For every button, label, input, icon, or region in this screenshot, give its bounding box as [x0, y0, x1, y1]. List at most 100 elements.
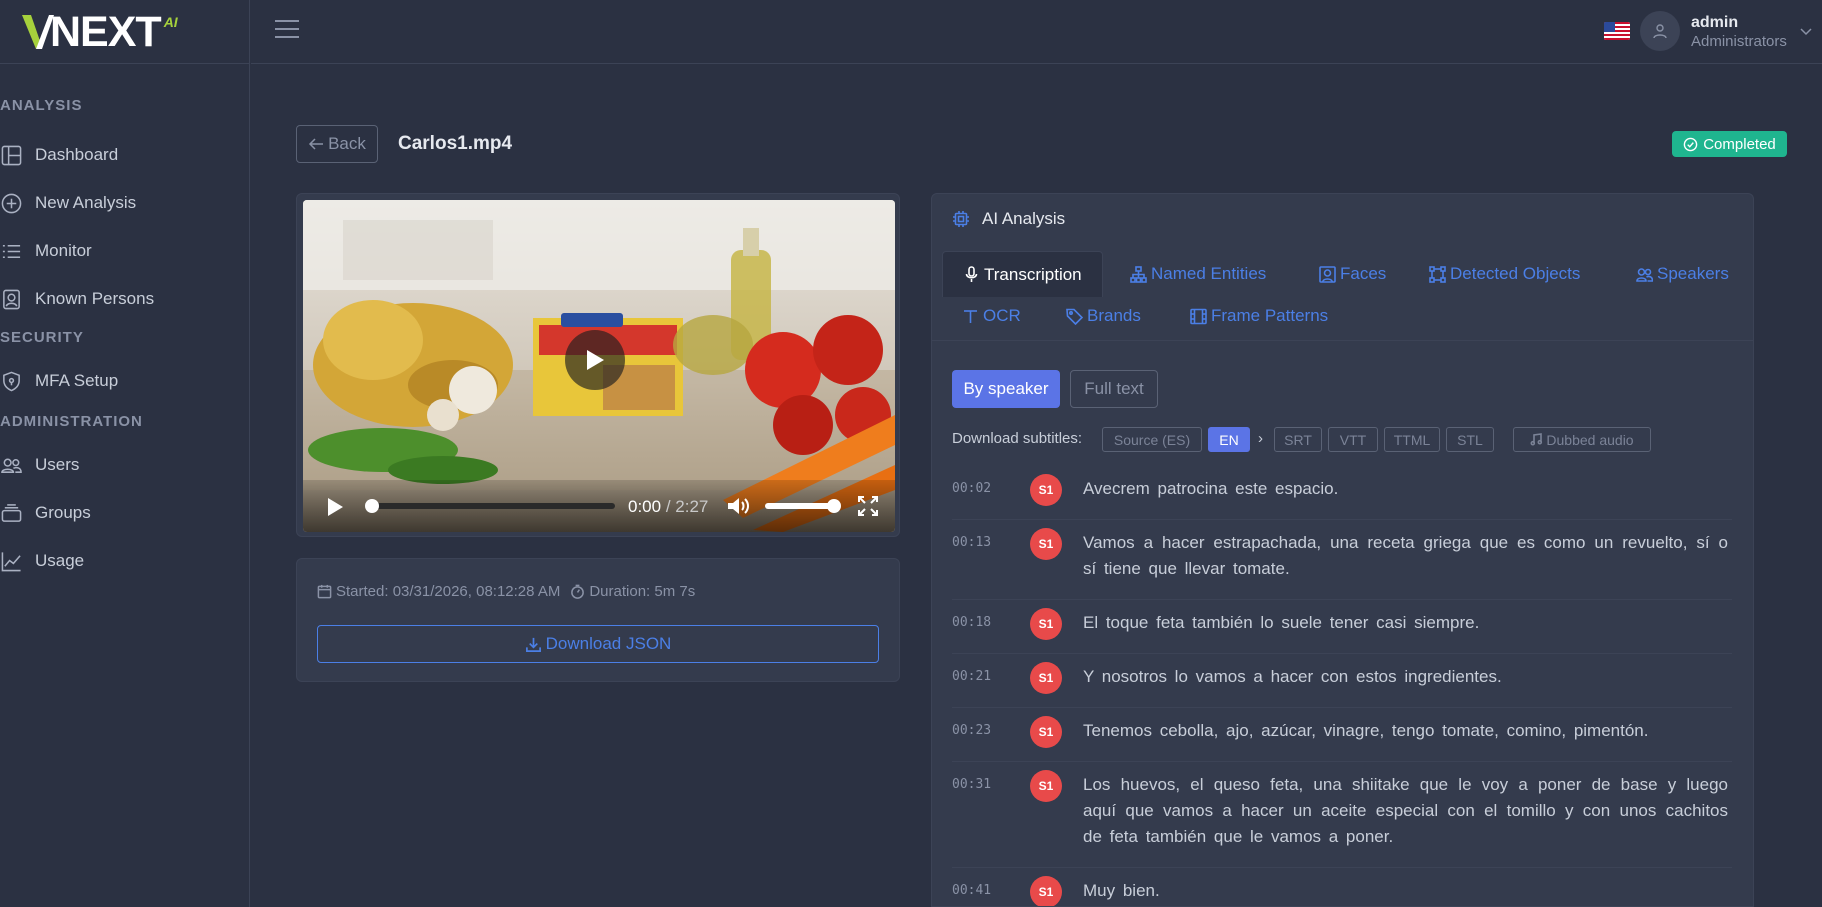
- segment-timestamp[interactable]: 00:18: [952, 615, 991, 630]
- subtitle-format-stl[interactable]: STL: [1446, 427, 1494, 452]
- tab-label: Faces: [1340, 264, 1387, 283]
- segment-timestamp[interactable]: 00:13: [952, 535, 991, 550]
- sidebar-item-usage[interactable]: Usage: [0, 537, 249, 585]
- us-flag-icon[interactable]: [1604, 22, 1630, 40]
- nav-section-security: SECURITY: [0, 329, 84, 346]
- seek-handle[interactable]: [365, 499, 379, 513]
- analysis-tabs: Transcription Named Entities Faces Detec…: [932, 251, 1753, 341]
- segment-text: El toque feta también lo suele tener cas…: [1083, 613, 1480, 632]
- sidebar-item-new-analysis[interactable]: New Analysis: [0, 179, 249, 227]
- player-controls: 0:00 / 2:27: [303, 480, 895, 532]
- page-title: Carlos1.mp4: [398, 133, 513, 154]
- tab-brands[interactable]: Brands: [1066, 293, 1141, 339]
- sidebar-item-label: Users: [35, 455, 80, 474]
- seek-bar[interactable]: [365, 499, 615, 513]
- sitemap-icon: [1130, 265, 1147, 283]
- chevron-down-icon[interactable]: [1799, 24, 1813, 38]
- video-card: 0:00 / 2:27: [296, 193, 900, 537]
- tab-label: Frame Patterns: [1211, 306, 1329, 325]
- speaker-badge: S1: [1030, 608, 1062, 640]
- subtitle-format-srt[interactable]: SRT: [1274, 427, 1322, 452]
- tab-speakers[interactable]: Speakers: [1636, 251, 1729, 297]
- play-overlay-button[interactable]: [565, 330, 625, 390]
- text-icon: [964, 309, 977, 323]
- segment-text: Vamos a hacer estrapachada, una receta g…: [1083, 533, 1728, 578]
- download-subtitles-label: Download subtitles:: [952, 430, 1083, 447]
- cpu-icon: [953, 211, 969, 227]
- speaker-badge: S1: [1030, 770, 1062, 802]
- segment-timestamp[interactable]: 00:02: [952, 481, 991, 496]
- sidebar-item-known-persons[interactable]: Known Persons: [0, 275, 249, 323]
- current-time: 0:00: [628, 497, 662, 516]
- menu-toggle-icon[interactable]: [275, 20, 299, 40]
- subtitle-format-vtt[interactable]: VTT: [1328, 427, 1378, 452]
- tab-faces[interactable]: Faces: [1319, 251, 1386, 297]
- sidebar-item-users[interactable]: Users: [0, 441, 249, 489]
- download-json-button[interactable]: Download JSON: [317, 625, 879, 663]
- list-icon: [0, 240, 22, 262]
- sidebar-item-monitor[interactable]: Monitor: [0, 227, 249, 275]
- sidebar-item-label: Usage: [35, 551, 85, 570]
- video-player[interactable]: 0:00 / 2:27: [303, 200, 895, 532]
- person-badge-icon: [0, 288, 22, 310]
- subtitle-lang-source[interactable]: Source (ES): [1102, 427, 1202, 452]
- top-bar: admin Administrators: [251, 0, 1822, 64]
- sidebar-item-label: MFA Setup: [35, 371, 119, 390]
- transcript-row[interactable]: 00:21 S1 Y nosotros lo vamos a hacer con e…: [952, 654, 1732, 708]
- transcript-row[interactable]: 00:31 S1 Los huevos, el queso feta, una sh…: [952, 762, 1732, 868]
- stopwatch-icon: [571, 584, 585, 599]
- speaker-badge: S1: [1030, 662, 1062, 694]
- sidebar-item-label: New Analysis: [35, 193, 137, 212]
- sidebar-item-label: Dashboard: [35, 145, 119, 164]
- volume-icon[interactable]: [726, 495, 750, 517]
- dashboard-icon: [0, 144, 22, 166]
- transcript-row[interactable]: 00:41 S1 Muy bien.: [952, 868, 1732, 906]
- sidebar-item-groups[interactable]: Groups: [0, 489, 249, 537]
- full-text-toggle[interactable]: Full text: [1070, 370, 1158, 408]
- volume-handle[interactable]: [827, 499, 841, 513]
- nav-section-administration: ADMINISTRATION: [0, 413, 143, 430]
- bounding-box-icon: [1429, 265, 1446, 283]
- back-button[interactable]: Back: [296, 125, 378, 163]
- sidebar-item-dashboard[interactable]: Dashboard: [0, 131, 249, 179]
- speaker-badge: S1: [1030, 474, 1062, 506]
- app-logo[interactable]: NEXT AI: [22, 10, 178, 53]
- status-badge: Completed: [1672, 131, 1787, 157]
- volume-slider[interactable]: [765, 499, 841, 513]
- segment-text: Avecrem patrocina este espacio.: [1083, 479, 1339, 498]
- tab-frame-patterns[interactable]: Frame Patterns: [1190, 293, 1328, 339]
- back-label: Back: [328, 134, 366, 153]
- brand: NEXT AI: [0, 0, 249, 64]
- dubbed-audio-button[interactable]: Dubbed audio: [1513, 427, 1651, 452]
- segment-timestamp[interactable]: 00:41: [952, 883, 991, 898]
- transcript-row[interactable]: 00:23 S1 Tenemos cebolla, ajo, azúcar, vin…: [952, 708, 1732, 762]
- fullscreen-icon[interactable]: [857, 495, 879, 517]
- tab-detected-objects[interactable]: Detected Objects: [1429, 251, 1580, 297]
- tab-label: Transcription: [984, 264, 1082, 284]
- sidebar-item-mfa-setup[interactable]: MFA Setup: [0, 357, 249, 405]
- tab-label: Speakers: [1657, 264, 1729, 283]
- avatar[interactable]: [1640, 11, 1680, 51]
- tab-transcription[interactable]: Transcription: [942, 251, 1103, 297]
- segment-timestamp[interactable]: 00:23: [952, 723, 991, 738]
- plus-circle-icon: [0, 192, 22, 214]
- tab-label: Brands: [1087, 306, 1141, 325]
- calendar-icon: [317, 584, 332, 599]
- sidebar-item-label: Groups: [35, 503, 91, 522]
- dubbed-audio-label: Dubbed audio: [1546, 431, 1634, 448]
- user-name[interactable]: admin: [1691, 14, 1738, 32]
- tab-ocr[interactable]: OCR: [962, 293, 1021, 339]
- download-icon: [525, 637, 541, 652]
- segment-timestamp[interactable]: 00:21: [952, 669, 991, 684]
- play-button[interactable]: [325, 496, 345, 518]
- subtitle-lang-en[interactable]: EN: [1208, 427, 1250, 452]
- tag-icon: [1066, 308, 1083, 325]
- segment-timestamp[interactable]: 00:31: [952, 777, 991, 792]
- by-speaker-toggle[interactable]: By speaker: [952, 370, 1060, 408]
- microphone-icon: [965, 266, 978, 282]
- transcript-row[interactable]: 00:18 S1 El toque feta también lo suele te…: [952, 600, 1732, 654]
- subtitle-format-ttml[interactable]: TTML: [1384, 427, 1440, 452]
- tab-named-entities[interactable]: Named Entities: [1130, 251, 1266, 297]
- transcript-row[interactable]: 00:02 S1 Avecrem patrocina este espacio.: [952, 466, 1732, 520]
- transcript-row[interactable]: 00:13 S1 Vamos a hacer estrapachada, una r…: [952, 520, 1732, 600]
